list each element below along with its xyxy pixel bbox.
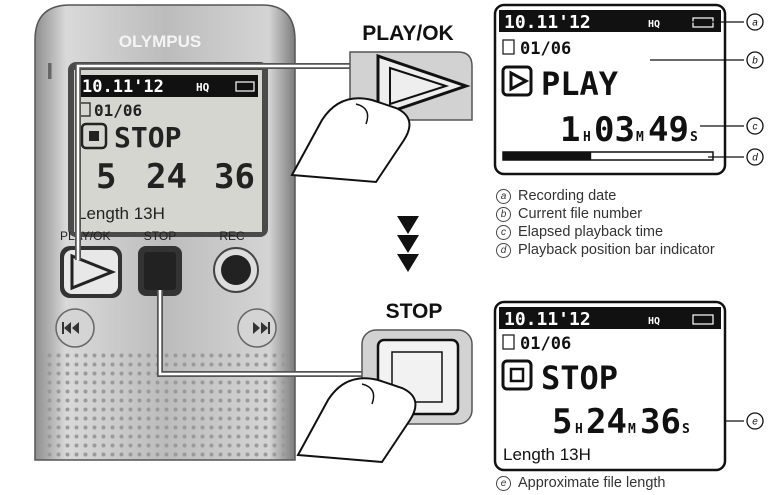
play-time-seconds: 49: [648, 110, 689, 150]
stop-time-hours: 5: [552, 402, 572, 442]
device-quality-label: HQ: [196, 81, 210, 94]
stop-unit-h: H: [575, 422, 583, 437]
legend-item-c: c Elapsed playback time: [496, 222, 663, 242]
stop-quality-label: HQ: [648, 316, 660, 327]
finger-press-stop: [296, 377, 417, 464]
play-status-text: PLAY: [541, 65, 619, 103]
stop-file-number: 01/06: [520, 334, 571, 354]
marker-circles: [746, 13, 764, 430]
device-status-text: STOP: [114, 121, 181, 154]
fast-forward-button[interactable]: [237, 308, 277, 348]
marker-a: a: [752, 18, 758, 29]
play-ok-button-label: PLAY/OK: [60, 229, 110, 243]
legend-item-b: b Current file number: [496, 204, 642, 224]
device-length-text: Length 13H: [77, 204, 165, 223]
stop-status-text: STOP: [541, 359, 618, 397]
stop-time-seconds: 36: [640, 402, 681, 442]
legend-item-e: e Approximate file length: [496, 473, 666, 493]
stop-callout-label: STOP: [386, 300, 443, 323]
voice-recorder: OLYMPUS 10.11'12 HQ 01/06 STOP 5 24 36 L…: [34, 4, 296, 461]
legend-text-c: Elapsed playback time: [518, 224, 664, 240]
play-time-minutes: 03: [594, 110, 635, 150]
speaker-grille: [45, 350, 285, 458]
legend-text-e: Approximate file length: [518, 475, 666, 491]
stop-button[interactable]: [138, 246, 182, 296]
stop-status-icon-square: [89, 131, 99, 141]
play-unit-s: S: [690, 130, 698, 145]
play-unit-h: H: [583, 130, 591, 145]
legend-item-a: a Recording date: [496, 186, 616, 206]
stop-unit-m: M: [628, 422, 636, 437]
finger-press-play: [290, 97, 411, 184]
stop-date: 10.11'12: [504, 309, 591, 330]
legend-marker-e: e: [496, 475, 511, 491]
transition-arrows: [397, 216, 419, 272]
rewind-button[interactable]: [55, 308, 95, 348]
device-file-number: 01/06: [94, 101, 142, 120]
play-quality-label: HQ: [648, 19, 660, 30]
stop-unit-s: S: [682, 422, 690, 437]
play-display: 10.11'12 HQ 01/06 PLAY 1 H 03 M 49 S: [493, 3, 727, 176]
marker-d: d: [752, 153, 758, 164]
stop-time-minutes: 24: [586, 402, 627, 442]
down-arrow-3: [397, 254, 419, 272]
device-time-minutes: 24: [146, 157, 187, 197]
down-arrow-2: [397, 235, 419, 253]
device-date: 10.11'12: [82, 77, 164, 97]
marker-c: c: [753, 122, 758, 133]
legend-marker-c: c: [496, 224, 511, 240]
play-ok-callout-label: PLAY/OK: [362, 22, 453, 45]
legend-marker-d: d: [496, 242, 511, 258]
stop-button-label: STOP: [144, 229, 176, 243]
rec-button-label: REC: [219, 229, 245, 243]
play-ok-button[interactable]: [60, 246, 122, 298]
stop-display: 10.11'12 HQ 01/06 STOP 5 H 24 M 36 S Len…: [493, 300, 727, 472]
marker-e: e: [752, 417, 758, 428]
legend-text-b: Current file number: [518, 206, 643, 222]
indicator-light: [48, 63, 52, 79]
brand-logo: OLYMPUS: [119, 32, 202, 51]
down-arrow-1: [397, 216, 419, 234]
marker-b: b: [752, 56, 758, 67]
play-time-hours: 1: [560, 110, 580, 150]
device-time-hours: 5: [96, 157, 116, 197]
stop-length-text: Length 13H: [503, 445, 591, 464]
device-time-seconds: 36: [214, 157, 255, 197]
play-date: 10.11'12: [504, 12, 591, 33]
play-file-number: 01/06: [520, 39, 571, 59]
play-unit-m: M: [636, 130, 644, 145]
playback-position-fill: [503, 152, 592, 160]
legend-text-d: Playback position bar indicator: [518, 242, 715, 258]
rec-button[interactable]: [213, 247, 259, 293]
legend-item-d: d Playback position bar indicator: [496, 240, 715, 260]
legend-marker-a: a: [496, 188, 511, 204]
legend-text-a: Recording date: [518, 188, 617, 204]
legend-marker-b: b: [496, 206, 511, 222]
